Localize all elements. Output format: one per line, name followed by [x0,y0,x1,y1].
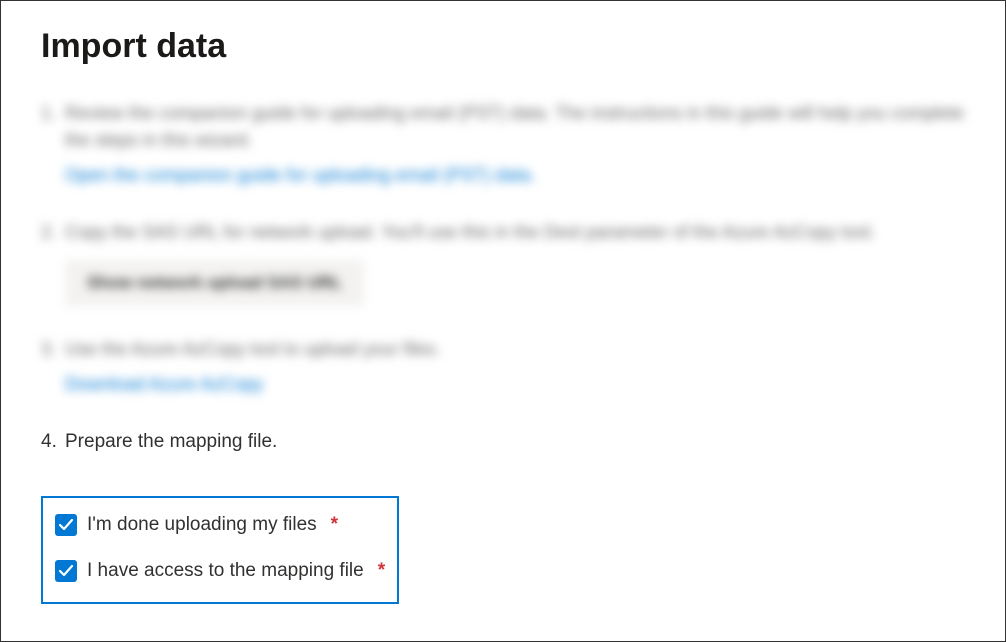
step-4-text: Prepare the mapping file. [65,431,277,452]
step-3-text: Use the Azure AzCopy tool to upload your… [65,339,440,359]
required-indicator: * [331,514,338,536]
step-3: Use the Azure AzCopy tool to upload your… [41,336,965,398]
download-azcopy-link[interactable]: Download Azure AzCopy [65,374,263,394]
step-2: Copy the SAS URL for network upload. You… [41,219,965,306]
done-uploading-label: I'm done uploading my files [87,514,317,536]
mapping-file-checkbox[interactable] [55,560,77,582]
step-1-text: Review the companion guide for uploading… [65,103,964,150]
step-4: Prepare the mapping file. [41,428,965,457]
confirmation-checkbox-group: I'm done uploading my files * I have acc… [41,496,399,604]
required-indicator: * [378,560,385,582]
show-sas-url-button[interactable]: Show network upload SAS URL [65,260,364,306]
done-uploading-checkbox[interactable] [55,514,77,536]
companion-guide-link[interactable]: Open the companion guide for uploading e… [65,165,535,185]
done-uploading-row: I'm done uploading my files * [55,514,385,536]
steps-list: Review the companion guide for uploading… [41,100,965,456]
step-1: Review the companion guide for uploading… [41,100,965,189]
mapping-file-label: I have access to the mapping file [87,560,364,582]
checkmark-icon [58,563,74,579]
mapping-file-row: I have access to the mapping file * [55,560,385,582]
step-2-text: Copy the SAS URL for network upload. You… [65,222,875,242]
checkmark-icon [58,517,74,533]
page-title: Import data [41,27,965,66]
